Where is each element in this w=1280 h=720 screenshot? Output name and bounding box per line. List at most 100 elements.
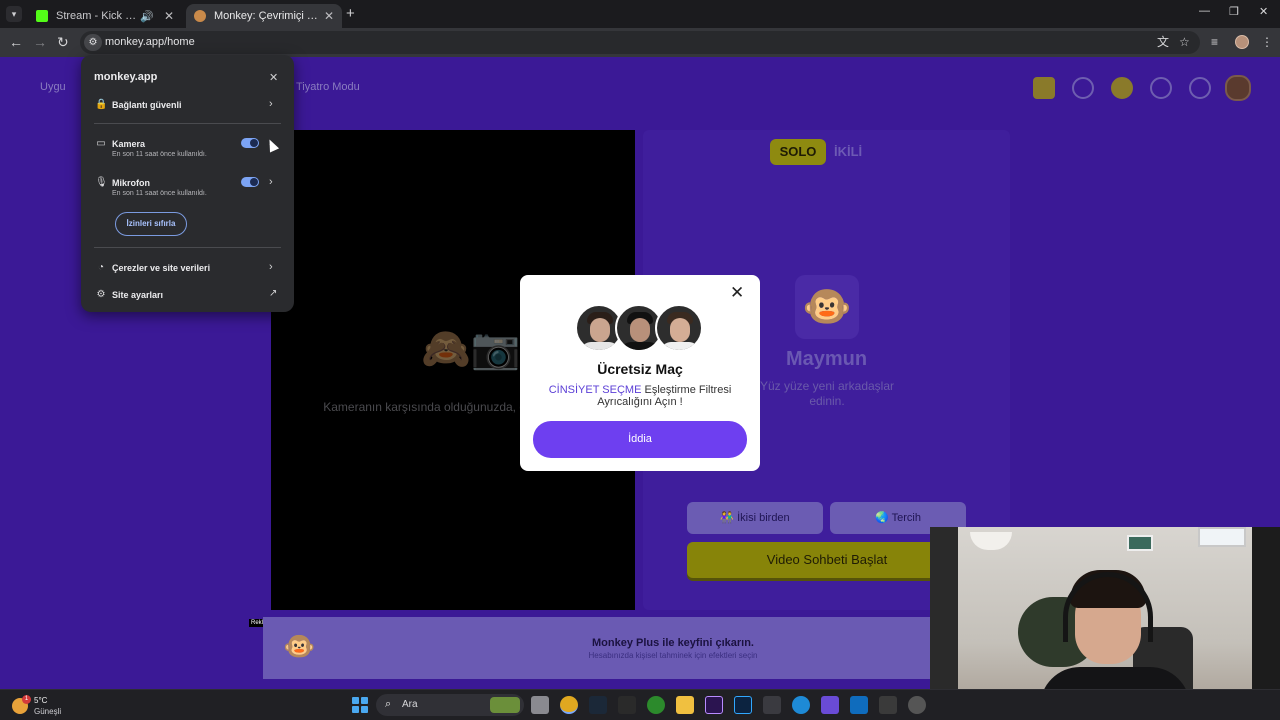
gear-icon: ⚙ <box>96 289 106 300</box>
photoshop-icon[interactable] <box>734 696 752 714</box>
region-filter-label: Tercih <box>891 512 921 524</box>
steam-icon[interactable] <box>589 696 607 714</box>
weather-temp: 5°C <box>34 696 48 705</box>
epic-games-icon[interactable] <box>618 696 636 714</box>
close-window-icon[interactable]: ✕ <box>1259 5 1268 18</box>
camera-permission-row[interactable]: ▭ Kamera En son 11 saat önce kullanıldı.… <box>81 136 294 158</box>
media-control-icon[interactable]: ≡ <box>1211 35 1218 49</box>
site-settings-label: Site ayarları <box>112 290 164 300</box>
task-view-icon[interactable] <box>531 696 549 714</box>
cookies-label: Çerezler ve site verileri <box>112 263 211 273</box>
windows-start-icon[interactable] <box>352 697 368 713</box>
site-info-icon[interactable]: ⚙ <box>84 34 102 51</box>
claim-button[interactable]: İddia <box>533 421 747 458</box>
mode-switch: SOLO İKİLİ <box>770 139 870 167</box>
weather-condition: Güneşli <box>34 707 62 716</box>
microphone-last-used: En son 11 saat önce kullanıldı. <box>112 190 207 197</box>
store-icon[interactable] <box>763 696 781 714</box>
app-icon[interactable] <box>879 696 897 714</box>
chat-icon[interactable] <box>1189 77 1211 99</box>
camera-last-used: En son 11 saat önce kullanıldı. <box>112 151 207 158</box>
microphone-label: Mikrofon <box>112 178 150 188</box>
site-settings-row[interactable]: ⚙ Site ayarları ↗ <box>81 287 294 305</box>
taskbar-search[interactable]: ⌕ Ara <box>376 694 524 716</box>
tab-monkey[interactable]: Monkey: Çevrimiçi Yeni İnsanlarla Tanışı… <box>186 4 342 28</box>
cookies-row[interactable]: ◔ Çerezler ve site verileri › <box>81 260 294 278</box>
modal-title: Ücretsiz Maç <box>597 361 683 377</box>
mode-solo-button[interactable]: SOLO <box>770 139 826 165</box>
back-icon[interactable]: ← <box>9 34 23 50</box>
avatar <box>655 304 703 352</box>
brand-tagline: Yüz yüze yeni arkadaşlar edinin. <box>759 379 895 408</box>
close-tab-icon[interactable]: ✕ <box>324 9 334 23</box>
chevron-right-icon[interactable]: › <box>269 176 273 188</box>
microphone-toggle[interactable] <box>241 177 259 187</box>
tab-title: Monkey: Çevrimiçi Yeni İnsanlarla Tanışı… <box>214 10 324 22</box>
people-icon: 👫 <box>720 512 735 524</box>
xbox-icon[interactable] <box>647 696 665 714</box>
connection-label: Bağlantı güvenli <box>112 100 182 110</box>
tab-search-chevron-icon[interactable]: ▾ <box>6 6 22 22</box>
connection-secure-row[interactable]: 🔒 Bağlantı güvenli › <box>81 97 294 115</box>
reload-icon[interactable]: ↻ <box>57 34 69 50</box>
menu-dots-icon[interactable]: ⋮ <box>1261 35 1273 49</box>
camera-label: Kamera <box>112 139 146 149</box>
windows-taskbar: 1 5°C Güneşli ⌕ Ara <box>0 689 1280 720</box>
history-icon[interactable] <box>1150 77 1172 99</box>
tab-title: Stream - Kick Dashboard <box>56 10 140 22</box>
mode-duo-button[interactable]: İKİLİ <box>834 139 862 165</box>
edge-icon[interactable] <box>792 696 810 714</box>
premiere-icon[interactable] <box>705 696 723 714</box>
window <box>1198 527 1246 547</box>
monkey-favicon <box>194 10 206 22</box>
minimize-icon[interactable]: — <box>1199 5 1210 17</box>
close-tab-icon[interactable]: ✕ <box>164 9 174 23</box>
forward-icon[interactable]: → <box>33 34 47 50</box>
popup-domain: monkey.app <box>94 71 158 83</box>
camera-toggle[interactable] <box>241 138 259 148</box>
modal-description: CİNSİYET SEÇME Eşleştirme Filtresi Ayrıc… <box>544 384 736 408</box>
gender-filter-button[interactable]: 👫 İkisi birden <box>687 502 823 534</box>
monkey-plus-banner[interactable]: 🐵 Monkey Plus ile keyfini çıkarın. Hesab… <box>263 617 943 679</box>
start-video-chat-button[interactable]: Video Sohbeti Başlat <box>687 542 967 578</box>
obs-icon[interactable] <box>908 696 926 714</box>
file-explorer-icon[interactable] <box>676 696 694 714</box>
external-link-icon: ↗ <box>269 288 278 299</box>
m365-icon[interactable] <box>821 696 839 714</box>
coin-icon[interactable] <box>1111 77 1133 99</box>
close-icon[interactable]: ✕ <box>730 284 744 302</box>
chrome-icon[interactable] <box>560 696 578 714</box>
lock-icon: 🔒 <box>95 99 108 110</box>
outlook-icon[interactable] <box>850 696 868 714</box>
profile-avatar[interactable] <box>1235 35 1249 49</box>
tab-strip: ▾ Stream - Kick Dashboard 🔊 ✕ Monkey: Çe… <box>0 0 1280 28</box>
speaker-icon[interactable]: 🔊 <box>140 10 154 23</box>
search-icon: ⌕ <box>385 698 392 710</box>
header-link-theater-mode[interactable]: Tiyatro Modu <box>296 81 360 93</box>
chevron-right-icon: › <box>269 261 273 273</box>
modal-highlight: CİNSİYET SEÇME <box>548 384 642 396</box>
search-icon[interactable] <box>1072 77 1094 99</box>
cookie-icon: ◔ <box>97 262 105 273</box>
microphone-permission-row[interactable]: 🎙 Mikrofon En son 11 saat önce kullanıld… <box>81 175 294 197</box>
address-bar[interactable]: ⚙ monkey.app/home <box>80 31 1200 54</box>
camera-icon: ▭ <box>96 138 106 149</box>
search-placeholder: Ara <box>402 699 418 710</box>
reset-permissions-button[interactable]: İzinleri sıfırla <box>115 212 187 236</box>
free-match-modal: ✕ Ücretsiz Maç CİNSİYET SEÇME Eşleştirme… <box>520 275 760 471</box>
camera-monkey-icon: 🙈📷 <box>421 327 521 371</box>
translate-icon[interactable]: 文 <box>1157 35 1169 49</box>
user-avatar[interactable] <box>1225 75 1251 101</box>
restore-icon[interactable]: ❐ <box>1229 5 1239 18</box>
bookmark-star-icon[interactable]: ☆ <box>1179 35 1190 49</box>
close-icon[interactable]: ✕ <box>269 71 278 84</box>
kick-icon <box>36 10 48 22</box>
divider <box>94 247 281 248</box>
monkey-logo-icon: 🐵 <box>795 275 859 339</box>
shop-icon[interactable] <box>1033 77 1055 99</box>
new-tab-button[interactable]: + <box>346 6 355 22</box>
globe-icon: 🌏 <box>875 512 889 524</box>
chevron-right-icon: › <box>269 98 273 110</box>
header-link-apps[interactable]: Uygu <box>40 81 66 93</box>
tab-kick-dashboard[interactable]: Stream - Kick Dashboard 🔊 ✕ <box>28 4 182 28</box>
